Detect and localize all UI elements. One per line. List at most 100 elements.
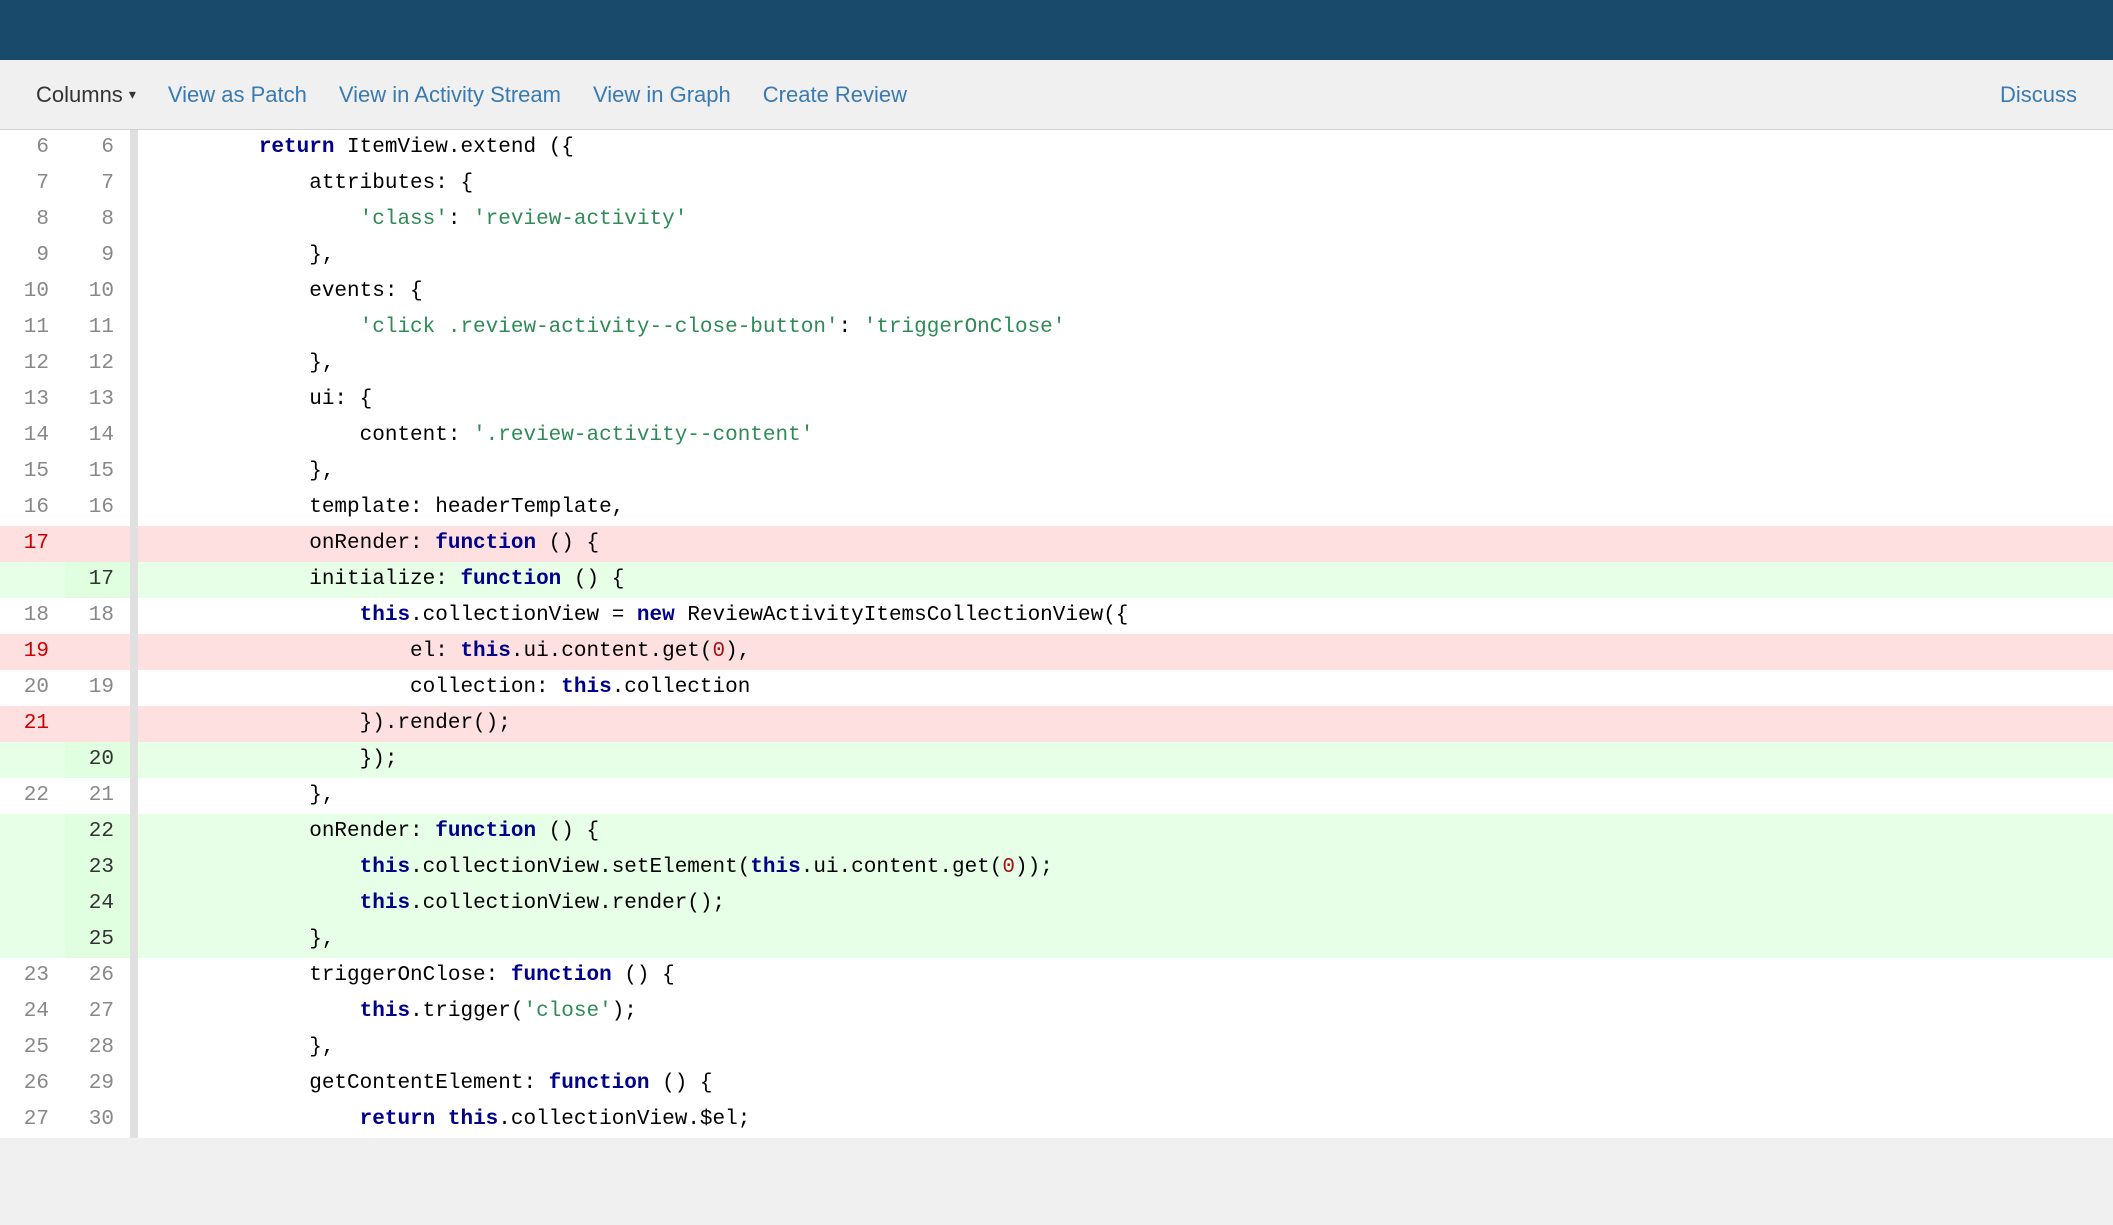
code-line-content: this.collectionView.setElement(this.ui.c… (138, 850, 2113, 886)
table-row: 66 return ItemView.extend ({ (0, 130, 2113, 166)
table-row: 2528 }, (0, 1030, 2113, 1066)
toolbar: Columns ▾ View as Patch View in Activity… (0, 60, 2113, 130)
discuss-label: Discuss (2000, 82, 2077, 108)
line-number-new: 29 (65, 1066, 130, 1102)
table-row: 17 onRender: function () { (0, 526, 2113, 562)
line-numbers: 17 (0, 562, 130, 598)
code-line-content: }); (138, 742, 2113, 778)
line-number-new: 14 (65, 418, 130, 454)
table-row: 1111 'click .review-activity--close-butt… (0, 310, 2113, 346)
top-bar (0, 0, 2113, 60)
view-as-patch-link[interactable]: View as Patch (156, 76, 319, 114)
line-numbers: 1212 (0, 346, 130, 382)
line-number-old: 14 (0, 418, 65, 454)
table-row: 77 attributes: { (0, 166, 2113, 202)
line-number-new: 25 (65, 922, 130, 958)
line-numbers: 2528 (0, 1030, 130, 1066)
table-row: 2019 collection: this.collection (0, 670, 2113, 706)
line-number-new: 27 (65, 994, 130, 1030)
code-diff-area: 66 return ItemView.extend ({77 attribute… (0, 130, 2113, 1138)
line-number-old: 26 (0, 1066, 65, 1102)
line-numbers: 23 (0, 850, 130, 886)
line-separator (130, 454, 138, 490)
line-numbers: 2427 (0, 994, 130, 1030)
line-separator (130, 850, 138, 886)
code-line-content: this.trigger('close'); (138, 994, 2113, 1030)
code-line-content: }, (138, 1030, 2113, 1066)
view-in-graph-label: View in Graph (593, 82, 731, 108)
table-row: 1515 }, (0, 454, 2113, 490)
line-number-old (0, 814, 65, 850)
code-line-content: template: headerTemplate, (138, 490, 2113, 526)
view-in-graph-link[interactable]: View in Graph (581, 76, 743, 114)
line-separator (130, 166, 138, 202)
line-separator (130, 778, 138, 814)
line-number-new: 9 (65, 238, 130, 274)
line-separator (130, 310, 138, 346)
line-separator (130, 922, 138, 958)
line-number-old (0, 922, 65, 958)
line-separator (130, 346, 138, 382)
line-separator (130, 418, 138, 454)
table-row: 25 }, (0, 922, 2113, 958)
code-line-content: return ItemView.extend ({ (138, 130, 2113, 166)
line-number-old: 17 (0, 526, 65, 562)
table-row: 23 this.collectionView.setElement(this.u… (0, 850, 2113, 886)
table-row: 99 }, (0, 238, 2113, 274)
line-numbers: 2730 (0, 1102, 130, 1138)
line-number-old: 6 (0, 130, 65, 166)
line-numbers: 1010 (0, 274, 130, 310)
line-number-new: 15 (65, 454, 130, 490)
line-number-new: 22 (65, 814, 130, 850)
line-numbers: 99 (0, 238, 130, 274)
line-separator (130, 1102, 138, 1138)
line-separator (130, 130, 138, 166)
line-numbers: 2326 (0, 958, 130, 994)
table-row: 22 onRender: function () { (0, 814, 2113, 850)
line-number-old: 8 (0, 202, 65, 238)
code-line-content: getContentElement: function () { (138, 1066, 2113, 1102)
line-numbers: 21 (0, 706, 130, 742)
line-number-new (65, 706, 130, 742)
line-separator (130, 706, 138, 742)
create-review-link[interactable]: Create Review (751, 76, 919, 114)
line-number-new: 24 (65, 886, 130, 922)
table-row: 2629 getContentElement: function () { (0, 1066, 2113, 1102)
code-line-content: content: '.review-activity--content' (138, 418, 2113, 454)
line-number-old: 16 (0, 490, 65, 526)
line-number-old: 24 (0, 994, 65, 1030)
columns-button[interactable]: Columns ▾ (24, 76, 148, 114)
table-row: 24 this.collectionView.render(); (0, 886, 2113, 922)
line-number-new: 18 (65, 598, 130, 634)
line-number-new: 7 (65, 166, 130, 202)
line-numbers: 25 (0, 922, 130, 958)
line-number-old: 21 (0, 706, 65, 742)
line-numbers: 20 (0, 742, 130, 778)
line-number-new: 20 (65, 742, 130, 778)
code-line-content: initialize: function () { (138, 562, 2113, 598)
view-in-activity-stream-link[interactable]: View in Activity Stream (327, 76, 573, 114)
line-separator (130, 526, 138, 562)
line-numbers: 2629 (0, 1066, 130, 1102)
line-numbers: 66 (0, 130, 130, 166)
table-row: 21 }).render(); (0, 706, 2113, 742)
code-line-content: onRender: function () { (138, 526, 2113, 562)
line-number-old: 18 (0, 598, 65, 634)
line-separator (130, 274, 138, 310)
line-numbers: 1414 (0, 418, 130, 454)
line-number-new: 21 (65, 778, 130, 814)
line-number-old (0, 850, 65, 886)
line-number-old: 27 (0, 1102, 65, 1138)
line-number-new: 12 (65, 346, 130, 382)
code-line-content: this.collectionView = new ReviewActivity… (138, 598, 2113, 634)
line-numbers: 77 (0, 166, 130, 202)
discuss-link[interactable]: Discuss (1988, 76, 2089, 114)
line-number-old: 19 (0, 634, 65, 670)
table-row: 2730 return this.collectionView.$el; (0, 1102, 2113, 1138)
line-separator (130, 382, 138, 418)
line-separator (130, 814, 138, 850)
line-separator (130, 958, 138, 994)
code-line-content: }).render(); (138, 706, 2113, 742)
line-number-new: 13 (65, 382, 130, 418)
line-separator (130, 238, 138, 274)
